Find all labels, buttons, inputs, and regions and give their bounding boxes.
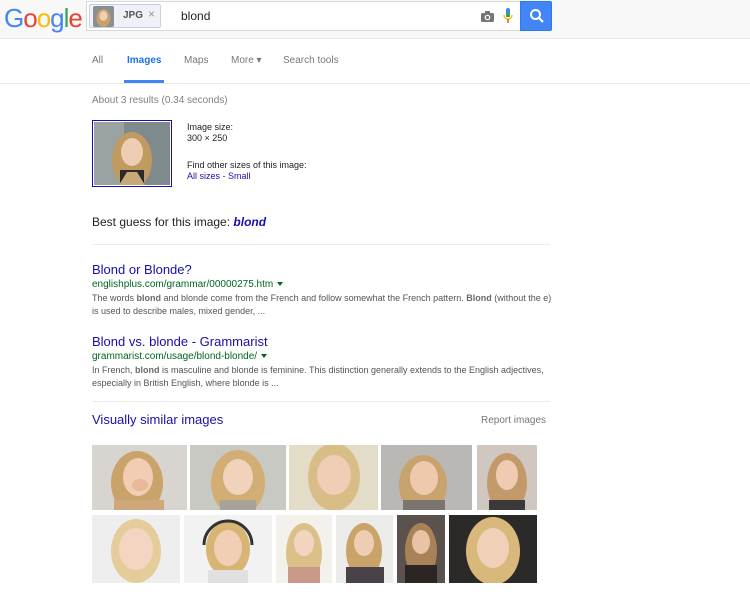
result-title-link[interactable]: Blond or Blonde? [92,262,552,278]
report-images-link[interactable]: Report images [481,415,546,426]
microphone-icon[interactable] [503,7,513,25]
camera-icon[interactable] [480,9,495,24]
chevron-down-icon[interactable] [277,282,284,286]
result-url-text[interactable]: englishplus.com/grammar/00000275.htm [92,279,273,290]
snippet-text: and blonde come from the French and foll… [161,293,467,303]
snippet-bold-term: blond [136,293,162,303]
search-result: Blond or Blonde? englishplus.com/grammar… [92,262,552,318]
best-guess: Best guess for this image: blond [92,215,266,229]
similar-image-thumbnail[interactable] [276,515,332,583]
search-result: Blond vs. blonde - Grammarist grammarist… [92,334,552,390]
divider [92,244,550,245]
tab-maps[interactable]: Maps [184,55,208,66]
similar-image-thumbnail[interactable] [336,515,393,583]
result-url: englishplus.com/grammar/00000275.htm [92,279,552,291]
query-image[interactable] [92,120,172,187]
similar-image-thumbnail[interactable] [397,515,445,583]
image-size-label: Image size: [187,122,234,132]
google-logo[interactable]: Google [4,3,83,33]
size-link-separator: - [220,171,229,181]
visually-similar-heading[interactable]: Visually similar images [92,412,223,427]
logo-letter: g [50,3,65,33]
chip-thumbnail [93,6,114,27]
search-tabs: All Images Maps More ▾ Search tools [0,39,750,84]
similar-image-thumbnail[interactable] [190,445,286,510]
similar-image-thumbnail[interactable] [92,445,187,510]
search-box[interactable]: JPG × blond [86,1,520,31]
all-sizes-link[interactable]: All sizes [187,171,220,181]
close-icon[interactable]: × [148,7,155,21]
tab-all[interactable]: All [92,55,103,66]
best-guess-link[interactable]: blond [233,215,266,229]
divider [92,401,550,402]
similar-image-thumbnail[interactable] [289,445,378,510]
snippet-bold-term: Blond [466,293,492,303]
logo-letter: G [4,3,24,33]
active-tab-indicator [124,80,164,83]
top-bar: Google JPG × blond [0,0,750,39]
similar-image-thumbnail[interactable] [184,515,272,583]
tab-search-tools[interactable]: Search tools [283,55,339,66]
logo-letter: o [36,3,52,33]
search-icon [530,9,544,23]
image-size-value: 300 × 250 [187,133,228,143]
snippet-text: is masculine and blonde is feminine. Thi… [92,365,544,388]
similar-image-thumbnail[interactable] [92,515,180,583]
result-url: grammarist.com/usage/blond-blonde/ [92,351,552,363]
similar-image-thumbnail[interactable] [449,515,537,583]
find-other-sizes-label: Find other sizes of this image: [187,160,307,170]
chevron-down-icon[interactable] [261,354,268,358]
small-size-link[interactable]: Small [228,171,251,181]
size-links: All sizes - Small [187,171,251,181]
snippet-bold-term: blond [135,365,160,375]
snippet-text: In French, [92,365,136,375]
logo-letter: o [23,3,38,33]
tab-images[interactable]: Images [127,55,161,66]
result-title-link[interactable]: Blond vs. blonde - Grammarist [92,334,552,350]
result-snippet: In French, blond is masculine and blonde… [92,364,552,390]
chip-label: JPG [123,10,144,21]
similar-image-thumbnail[interactable] [477,445,537,510]
image-query-chip[interactable]: JPG × [89,4,161,28]
search-button[interactable] [520,1,552,31]
best-guess-label: Best guess for this image: [92,215,234,229]
result-stats: About 3 results (0.34 seconds) [92,95,228,106]
result-url-text[interactable]: grammarist.com/usage/blond-blonde/ [92,351,257,362]
similar-image-thumbnail[interactable] [381,445,472,510]
result-snippet: The words blond and blonde come from the… [92,292,552,318]
tab-more[interactable]: More ▾ [231,55,262,66]
search-input[interactable]: blond [181,9,210,23]
logo-letter: e [68,3,83,33]
snippet-text: The words [92,293,137,303]
